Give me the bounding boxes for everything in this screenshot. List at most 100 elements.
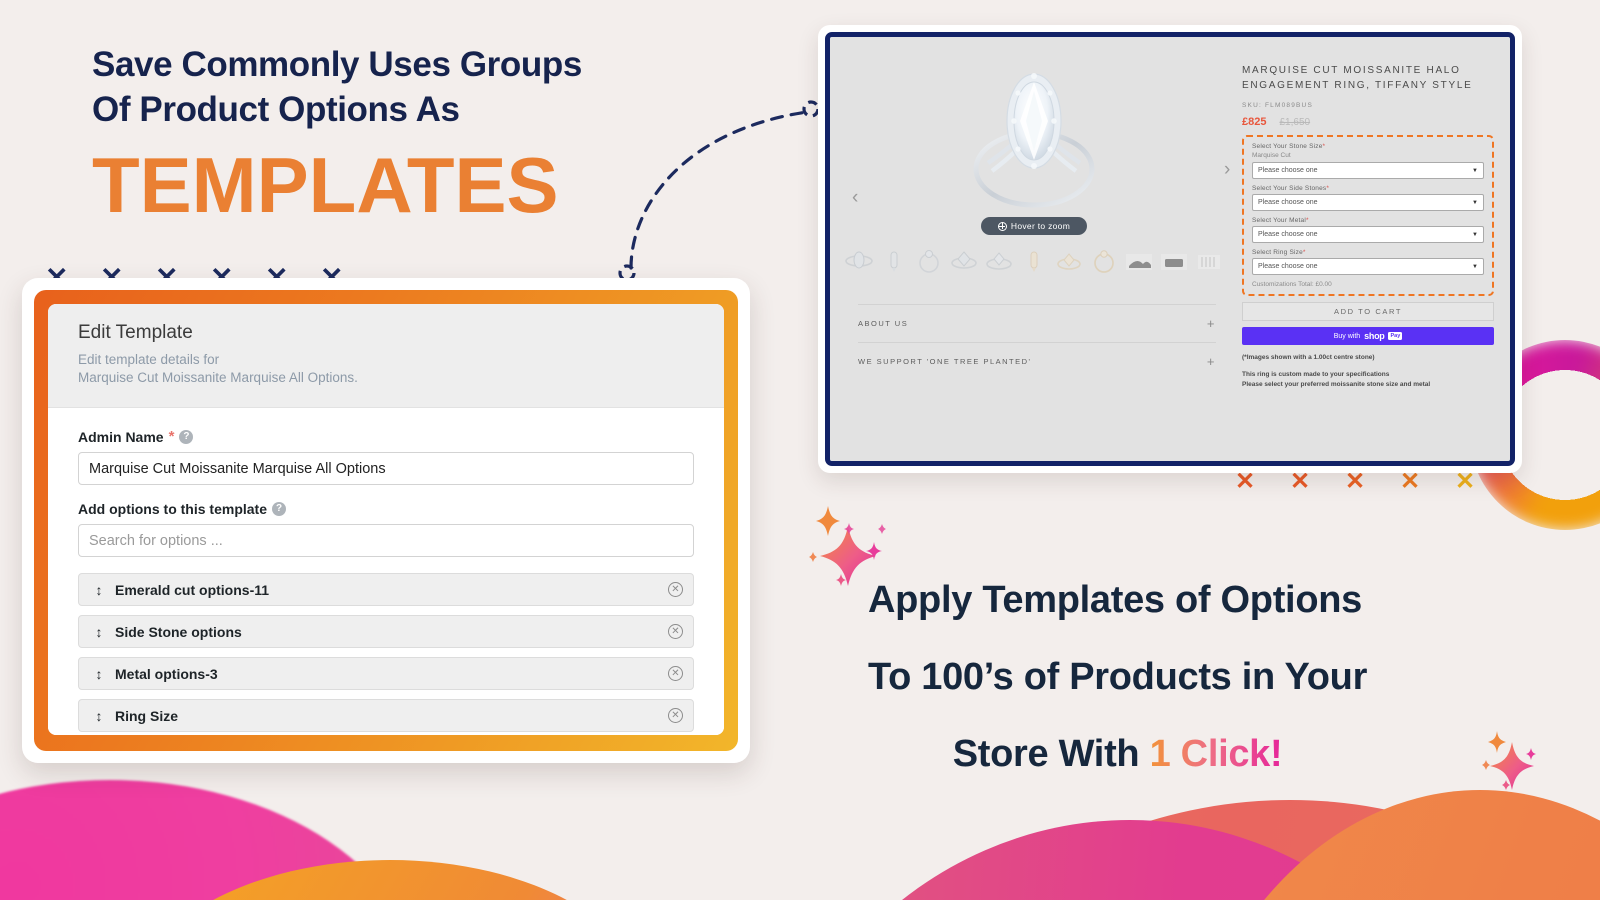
- card-header: Edit Template Edit template details for …: [48, 304, 724, 408]
- chevron-left-icon[interactable]: ‹: [852, 187, 858, 209]
- plus-icon[interactable]: +: [1207, 354, 1216, 369]
- shop-logo: shop: [1364, 331, 1385, 341]
- buy-with-shop-pay-button[interactable]: Buy with shop Pay: [1242, 327, 1494, 345]
- remove-circle-icon[interactable]: ✕: [668, 582, 683, 597]
- x-mark-icon: ✕: [1235, 468, 1256, 495]
- drag-handle-icon[interactable]: ↕: [91, 666, 107, 682]
- accordion-row-one-tree-planted[interactable]: WE SUPPORT 'ONE TREE PLANTED' +: [858, 342, 1216, 380]
- thumbnail-item[interactable]: [1019, 246, 1049, 276]
- list-item[interactable]: ↕ Emerald cut options-11 ✕: [78, 573, 694, 606]
- customizations-total: Customizations Total: £0.00: [1252, 281, 1332, 288]
- select-group-ring-size: Select Ring Size* Please choose one ▼: [1252, 249, 1484, 275]
- list-item[interactable]: ↕ Side Stone options ✕: [78, 615, 694, 648]
- thumbnail-item[interactable]: [1159, 246, 1189, 276]
- question-mark-icon[interactable]: ?: [272, 502, 286, 516]
- list-item[interactable]: ↕ Ring Size ✕: [78, 699, 694, 732]
- edit-template-card: Edit Template Edit template details for …: [22, 278, 750, 763]
- chevron-right-icon[interactable]: ›: [1224, 159, 1230, 181]
- sparkle-star-icon: [1482, 731, 1536, 790]
- accordion-label: ABOUT US: [858, 319, 909, 328]
- price-row: £825 £1,650: [1242, 116, 1494, 128]
- add-options-label: Add options to this template ?: [78, 501, 694, 517]
- select-label-text: Select Your Side Stones: [1252, 185, 1327, 192]
- add-to-cart-button[interactable]: ADD TO CART: [1242, 302, 1494, 321]
- select-group-side-stones: Select Your Side Stones* Please choose o…: [1252, 185, 1484, 211]
- required-marker: *: [168, 428, 175, 445]
- select-label-text: Select Your Metal: [1252, 217, 1306, 224]
- headline-top: Save Commonly Uses Groups Of Product Opt…: [92, 42, 582, 228]
- product-gallery-column: ‹ Hover to zoom ABOUT US + WE SUPPORT 'O…: [830, 37, 1238, 461]
- thumbnail-item[interactable]: [1054, 246, 1084, 276]
- admin-name-field-group: Admin Name * ?: [78, 428, 694, 485]
- thumbnail-item[interactable]: [1194, 246, 1224, 276]
- chevron-down-icon: ▼: [1472, 263, 1478, 270]
- option-name: Ring Size: [115, 707, 179, 724]
- thumbnail-item[interactable]: [1124, 246, 1154, 276]
- thumbnail-item[interactable]: [914, 246, 944, 276]
- accordion-row-about-us[interactable]: ABOUT US +: [858, 304, 1216, 342]
- select-side-stones[interactable]: Please choose one ▼: [1252, 194, 1484, 211]
- question-mark-icon[interactable]: ?: [179, 429, 194, 444]
- current-price: £825: [1242, 116, 1267, 128]
- page-title: Edit Template: [78, 322, 193, 343]
- remove-circle-icon[interactable]: ✕: [668, 666, 683, 681]
- select-label: Select Ring Size*: [1252, 249, 1484, 256]
- select-stone-size[interactable]: Please choose one ▼: [1252, 162, 1484, 179]
- card-gradient-border: Edit Template Edit template details for …: [34, 290, 738, 751]
- thumbnail-item[interactable]: [1089, 246, 1119, 276]
- browser-frame: ‹ Hover to zoom ABOUT US + WE SUPPORT 'O…: [825, 32, 1515, 466]
- info-accordion: ABOUT US + WE SUPPORT 'ONE TREE PLANTED'…: [830, 304, 1238, 380]
- drag-handle-icon[interactable]: ↕: [91, 582, 107, 598]
- shop-pay-prefix: Buy with: [1333, 332, 1361, 340]
- original-price: £1,650: [1279, 117, 1311, 128]
- product-details-column: › MARQUISE CUT MOISSANITE HALO ENGAGEMEN…: [1224, 37, 1510, 461]
- select-metal[interactable]: Please choose one ▼: [1252, 226, 1484, 243]
- select-value: Please choose one: [1258, 167, 1318, 174]
- shop-pay-badge: Pay: [1388, 332, 1403, 340]
- card-subtitle-line1: Edit template details for: [78, 352, 220, 367]
- admin-name-input[interactable]: [78, 452, 694, 485]
- select-value: Please choose one: [1258, 263, 1318, 270]
- select-label-text: Select Ring Size: [1252, 249, 1303, 256]
- card-subtitle-line2: Marquise Cut Moissanite Marquise All Opt…: [78, 370, 358, 385]
- headline-bottom: Apply Templates of Options To 100’s of P…: [868, 562, 1367, 793]
- required-marker: *: [1322, 143, 1326, 150]
- product-page-mockup: ‹ Hover to zoom ABOUT US + WE SUPPORT 'O…: [818, 25, 1522, 473]
- drag-handle-icon[interactable]: ↕: [91, 624, 107, 640]
- select-label-text: Select Your Stone Size: [1252, 143, 1323, 150]
- note-custom-line1: This ring is custom made to your specifi…: [1242, 371, 1390, 378]
- thumbnail-item[interactable]: [949, 246, 979, 276]
- headline-bottom-line1: Apply Templates of Options: [868, 579, 1362, 621]
- remove-circle-icon[interactable]: ✕: [668, 624, 683, 639]
- product-sku: SKU: FLM089BUS: [1242, 102, 1313, 109]
- select-ring-size[interactable]: Please choose one ▼: [1252, 258, 1484, 275]
- plus-icon[interactable]: +: [1207, 316, 1216, 331]
- product-title: MARQUISE CUT MOISSANITE HALO ENGAGEMENT …: [1242, 65, 1473, 91]
- required-marker: *: [1302, 249, 1306, 256]
- thumbnail-item[interactable]: [879, 246, 909, 276]
- headline-top-line2: Of Product Options As: [92, 90, 460, 129]
- search-options-input[interactable]: [78, 524, 694, 557]
- chevron-down-icon: ▼: [1472, 199, 1478, 206]
- thumbnail-item[interactable]: [984, 246, 1014, 276]
- remove-circle-icon[interactable]: ✕: [668, 708, 683, 723]
- x-mark-icon: ✕: [1290, 468, 1311, 495]
- select-label: Select Your Side Stones*: [1252, 185, 1484, 192]
- headline-top-line1: Save Commonly Uses Groups: [92, 45, 582, 84]
- list-item[interactable]: ↕ Metal options-3 ✕: [78, 657, 694, 690]
- chevron-down-icon: ▼: [1472, 231, 1478, 238]
- select-group-stone-size: Select Your Stone Size* Marquise Cut Ple…: [1252, 143, 1484, 179]
- required-marker: *: [1306, 217, 1309, 224]
- x-mark-icon: ✕: [1455, 468, 1476, 495]
- options-highlight-box: Select Your Stone Size* Marquise Cut Ple…: [1242, 135, 1494, 296]
- hover-to-zoom-badge[interactable]: Hover to zoom: [981, 217, 1087, 235]
- select-group-metal: Select Your Metal* Please choose one ▼: [1252, 217, 1484, 243]
- note-images-disclaimer: (*Images shown with a 1.00ct centre ston…: [1242, 354, 1375, 361]
- headline-bottom-line3-prefix: Store With: [952, 733, 1150, 775]
- thumbnail-item[interactable]: [844, 246, 874, 276]
- x-mark-icon: ✕: [1345, 468, 1366, 495]
- headline-bottom-line3: Store With 1 Click!: [868, 716, 1367, 793]
- x-mark-icon: ✕: [1400, 468, 1421, 495]
- option-name: Metal options-3: [115, 665, 218, 682]
- drag-handle-icon[interactable]: ↕: [91, 708, 107, 724]
